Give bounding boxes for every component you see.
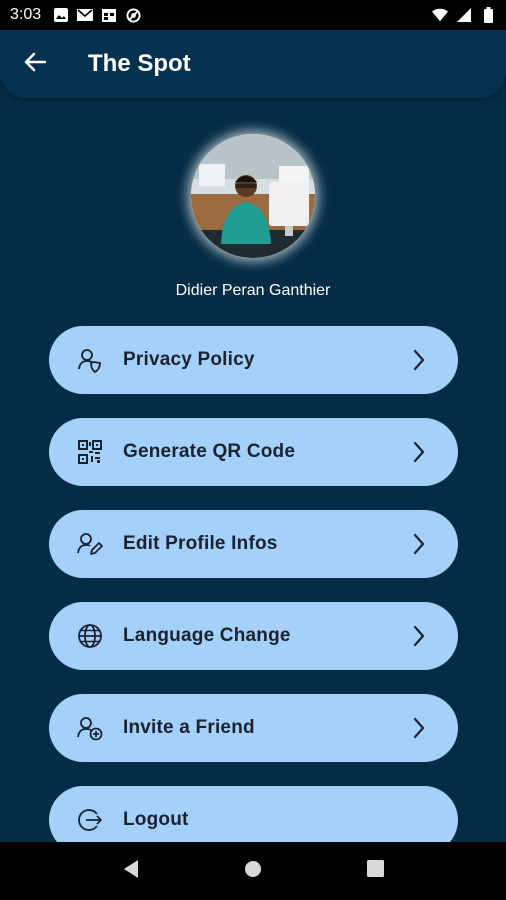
image-icon xyxy=(53,7,69,23)
signal-icon xyxy=(456,7,472,23)
chevron-right-icon xyxy=(412,349,428,371)
menu-label: Language Change xyxy=(123,625,291,646)
menu-label: Generate QR Code xyxy=(123,441,296,462)
language-change-button[interactable]: Language Change xyxy=(49,602,458,670)
privacy-policy-button[interactable]: Privacy Policy xyxy=(49,326,458,394)
page-title: The Spot xyxy=(88,50,191,77)
navigation-bar xyxy=(0,842,506,900)
chevron-right-icon xyxy=(412,625,428,647)
no-disturb-icon xyxy=(125,7,141,23)
back-triangle-icon xyxy=(122,859,140,884)
screen: 3:03 The Spot Didier Peran Ganthier Priv… xyxy=(0,0,506,900)
calendar-icon xyxy=(101,7,117,23)
globe-icon xyxy=(75,621,105,651)
chevron-right-icon xyxy=(412,441,428,463)
menu-label: Logout xyxy=(123,809,189,830)
menu-label: Privacy Policy xyxy=(123,349,255,370)
menu-label: Invite a Friend xyxy=(123,717,255,738)
profile-name: Didier Peran Ganthier xyxy=(175,282,331,299)
recents-square-icon xyxy=(366,860,384,882)
wifi-icon xyxy=(432,7,448,23)
add-user-icon xyxy=(75,713,105,743)
status-time: 3:03 xyxy=(10,6,42,23)
arrow-left-icon xyxy=(24,52,47,77)
qr-code-icon xyxy=(75,437,105,467)
chevron-right-icon xyxy=(412,717,428,739)
avatar-photo xyxy=(191,134,315,258)
menu-label: Edit Profile Infos xyxy=(123,533,278,554)
edit-profile-infos-button[interactable]: Edit Profile Infos xyxy=(49,510,458,578)
home-circle-icon xyxy=(244,860,262,883)
gmail-icon xyxy=(77,7,94,23)
invite-a-friend-button[interactable]: Invite a Friend xyxy=(49,694,458,762)
nav-home-button[interactable] xyxy=(233,851,273,891)
generate-qr-code-button[interactable]: Generate QR Code xyxy=(49,418,458,486)
app-bar: The Spot xyxy=(0,30,506,98)
nav-recents-button[interactable] xyxy=(355,851,395,891)
status-right-icons xyxy=(432,7,496,23)
battery-icon xyxy=(480,7,496,23)
avatar[interactable] xyxy=(191,134,315,258)
edit-profile-icon xyxy=(75,529,105,559)
privacy-user-icon xyxy=(75,345,105,375)
status-bar: 3:03 xyxy=(0,0,506,30)
chevron-right-icon xyxy=(412,533,428,555)
status-left-icons xyxy=(53,7,141,23)
nav-back-button[interactable] xyxy=(111,851,151,891)
back-button[interactable] xyxy=(0,30,70,98)
logout-icon xyxy=(75,805,105,835)
